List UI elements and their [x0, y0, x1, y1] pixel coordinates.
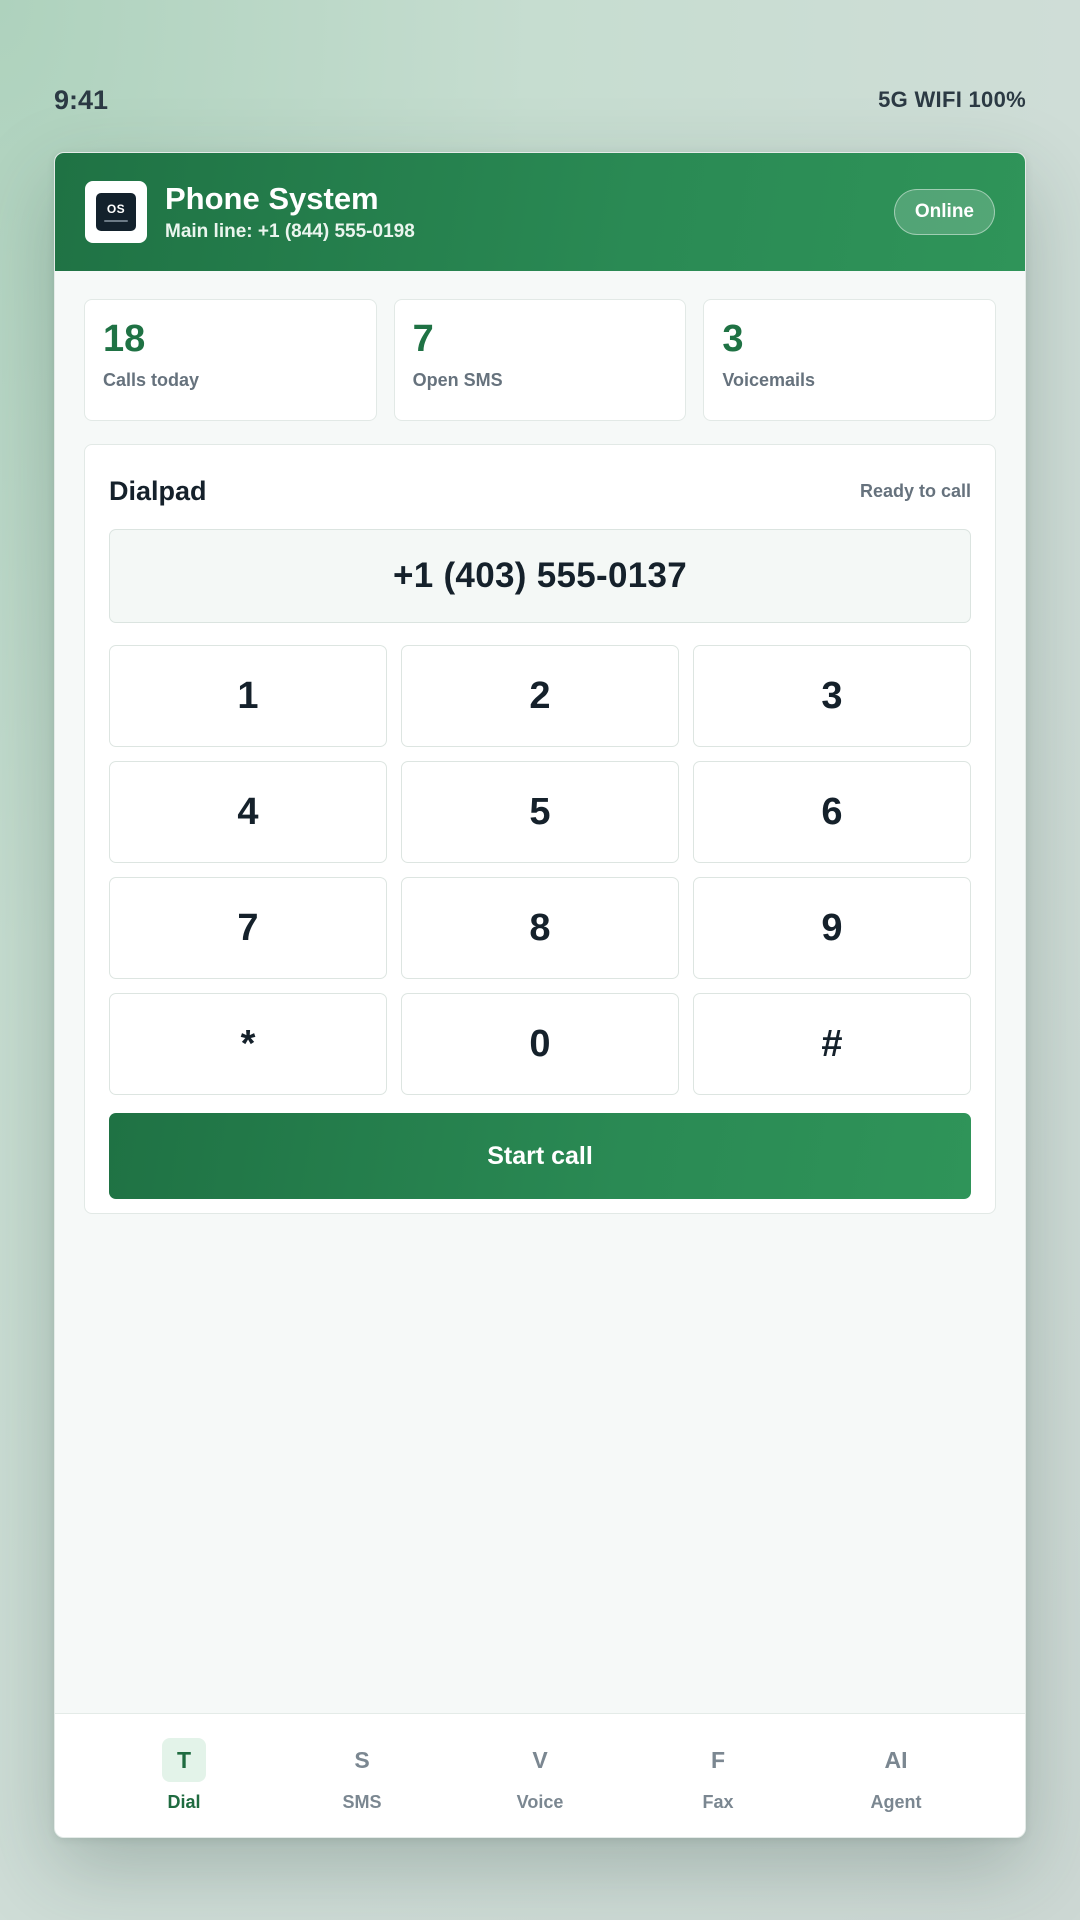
- key-5[interactable]: 5: [401, 761, 679, 863]
- key-0[interactable]: 0: [401, 993, 679, 1095]
- fax-tab-icon: F: [710, 1746, 726, 1773]
- tab-dial[interactable]: T Dial: [124, 1738, 244, 1813]
- key-1[interactable]: 1: [109, 645, 387, 747]
- stat-value: 18: [103, 318, 146, 360]
- key-7[interactable]: 7: [109, 877, 387, 979]
- stat-open-sms[interactable]: 7 Open SMS: [393, 299, 687, 421]
- voice-tab-icon: V: [532, 1746, 548, 1773]
- tab-label: Fax: [702, 1792, 734, 1812]
- sms-tab-icon: S: [354, 1746, 370, 1773]
- stat-voicemails[interactable]: 3 Voicemails: [703, 299, 997, 421]
- tab-voice[interactable]: V Voice: [480, 1738, 600, 1813]
- tab-label: Dial: [167, 1792, 201, 1812]
- dial-tab-icon: T: [162, 1738, 206, 1782]
- dialpad-title: Dialpad: [109, 475, 207, 506]
- logo-text: OS: [106, 202, 126, 216]
- key-hash[interactable]: #: [693, 993, 971, 1095]
- stat-value: 3: [722, 318, 744, 360]
- app-title: Phone System: [165, 181, 379, 216]
- app-logo-icon: OS: [85, 181, 147, 243]
- keypad: 1 2 3 4 5 6 7 8 9 * 0 #: [109, 645, 971, 1095]
- tab-label: Agent: [870, 1792, 922, 1812]
- tab-label: Voice: [516, 1792, 564, 1812]
- dialpad-panel: Dialpad Ready to call +1 (403) 555-0137 …: [84, 444, 996, 1214]
- key-2[interactable]: 2: [401, 645, 679, 747]
- stat-label: Voicemails: [722, 370, 816, 390]
- status-time: 9:41: [54, 84, 109, 115]
- key-star[interactable]: *: [109, 993, 387, 1095]
- start-call-button[interactable]: Start call: [109, 1113, 971, 1199]
- tab-fax[interactable]: F Fax: [658, 1738, 778, 1813]
- tab-sms[interactable]: S SMS: [302, 1738, 422, 1813]
- tab-label: SMS: [342, 1792, 382, 1812]
- stat-label: Open SMS: [412, 370, 503, 390]
- main-line-number: Main line: +1 (844) 555-0198: [165, 221, 415, 242]
- app-header: OS Phone System Main line: +1 (844) 555-…: [55, 153, 1025, 271]
- stats-row: 18 Calls today 7 Open SMS 3 Voicemails: [84, 299, 997, 421]
- key-3[interactable]: 3: [693, 645, 971, 747]
- stat-calls-today[interactable]: 18 Calls today: [84, 299, 377, 421]
- key-8[interactable]: 8: [401, 877, 679, 979]
- online-status-badge[interactable]: Online: [893, 189, 995, 235]
- bottom-tab-bar: T Dial S SMS V Voice F Fax AI Agent: [55, 1713, 1025, 1837]
- tab-agent[interactable]: AI Agent: [836, 1738, 956, 1813]
- key-6[interactable]: 6: [693, 761, 971, 863]
- key-4[interactable]: 4: [109, 761, 387, 863]
- key-9[interactable]: 9: [693, 877, 971, 979]
- dialed-number-display[interactable]: +1 (403) 555-0137: [109, 529, 971, 623]
- dialpad-status: Ready to call: [859, 480, 971, 501]
- status-indicators: 5G WIFI 100%: [878, 87, 1026, 112]
- agent-tab-icon: AI: [884, 1746, 908, 1773]
- app-window: OS Phone System Main line: +1 (844) 555-…: [54, 152, 1026, 1838]
- stat-value: 7: [412, 318, 434, 360]
- status-bar: 9:41 5G WIFI 100%: [54, 80, 1026, 120]
- stat-label: Calls today: [103, 370, 200, 390]
